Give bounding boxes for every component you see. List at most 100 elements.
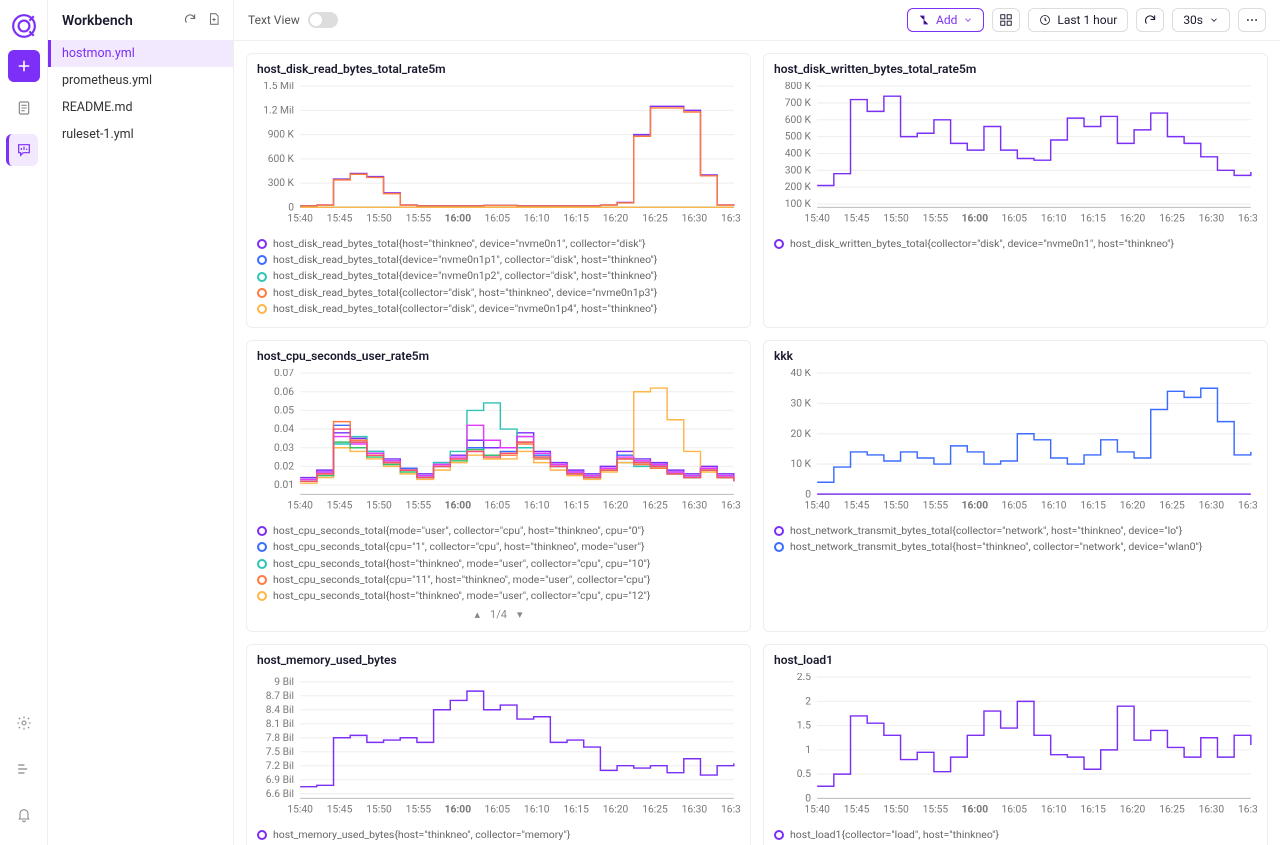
legend: host_load1{collector="load", host="think… [774,827,1257,843]
chart-svg[interactable]: 6.6 Bil6.9 Bil7.2 Bil7.5 Bil7.8 Bil8.1 B… [257,673,740,817]
pager-next[interactable]: ▾ [517,608,523,621]
legend-item[interactable]: host_disk_read_bytes_total{device="nvme0… [257,252,740,268]
svg-text:15:50: 15:50 [366,803,392,816]
svg-text:1: 1 [805,743,811,756]
chart-svg[interactable]: 00.511.522.515:4015:4515:5015:5516:0016:… [774,673,1257,817]
legend-swatch [257,575,267,585]
legend-swatch [257,272,267,282]
svg-text:15:55: 15:55 [406,212,432,225]
chart-svg[interactable]: 0300 K600 K900 K1.2 Mil1.5 Mil15:4015:45… [257,82,740,226]
nav-dashboards[interactable] [8,92,40,124]
svg-text:300 K: 300 K [268,176,295,189]
nav-workbench[interactable] [6,134,38,166]
file-item[interactable]: README.md [48,94,233,121]
refresh-files-button[interactable] [183,12,197,30]
svg-text:16:15: 16:15 [563,803,589,816]
document-icon [16,100,32,116]
pager-prev[interactable]: ▴ [475,608,481,621]
file-item[interactable]: hostmon.yml [48,40,233,67]
svg-text:16:15: 16:15 [563,499,589,512]
gear-icon [16,715,32,731]
svg-text:15:50: 15:50 [883,803,909,816]
svg-text:16:00: 16:00 [962,499,989,512]
legend-item[interactable]: host_network_transmit_bytes_total{collec… [774,523,1257,539]
legend-item[interactable]: host_cpu_seconds_total{cpu="1", collecto… [257,539,740,555]
legend-swatch [257,255,267,265]
svg-text:15:40: 15:40 [804,212,830,225]
app-logo [10,12,38,40]
chart-svg[interactable]: 0.010.020.030.040.050.060.0715:4015:4515… [257,369,740,513]
chat-chart-icon [16,142,32,158]
svg-text:16:25: 16:25 [642,212,668,225]
refresh-now-button[interactable] [1136,8,1164,32]
panel-mem: host_memory_used_bytes6.6 Bil6.9 Bil7.2 … [246,644,751,845]
legend-item[interactable]: host_cpu_seconds_total{host="thinkneo", … [257,556,740,572]
svg-text:15:55: 15:55 [923,212,949,225]
svg-text:0.07: 0.07 [274,369,294,379]
layout-button[interactable] [992,8,1020,32]
legend-item[interactable]: host_load1{collector="load", host="think… [774,827,1257,843]
svg-text:16:30: 16:30 [682,212,708,225]
legend-swatch [774,542,784,552]
more-menu-button[interactable] [1238,8,1266,32]
refresh-interval-picker[interactable]: 30s [1172,8,1230,32]
new-file-button[interactable] [207,12,221,30]
time-range-picker[interactable]: Last 1 hour [1028,8,1128,32]
legend-item[interactable]: host_memory_used_bytes{host="thinkneo", … [257,827,740,843]
legend: host_disk_written_bytes_total{collector=… [774,236,1257,252]
legend-text: host_disk_read_bytes_total{device="nvme0… [273,252,657,268]
legend-item[interactable]: host_disk_written_bytes_total{collector=… [774,236,1257,252]
svg-text:100 K: 100 K [785,197,812,210]
chart-svg[interactable]: 010 K20 K30 K40 K15:4015:4515:5015:5516:… [774,369,1257,513]
nav-collapse[interactable] [8,753,40,785]
svg-text:900 K: 900 K [268,128,295,141]
svg-text:1.5: 1.5 [797,719,811,732]
legend-item[interactable]: host_disk_read_bytes_total{collector="di… [257,285,740,301]
svg-text:200 K: 200 K [785,180,812,193]
svg-text:16:20: 16:20 [1120,212,1146,225]
legend-item[interactable]: host_network_transmit_bytes_total{host="… [774,539,1257,555]
legend-item[interactable]: host_cpu_seconds_total{host="thinkneo", … [257,588,740,604]
svg-text:16:25: 16:25 [1159,212,1185,225]
bell-icon [16,807,32,823]
svg-text:16:20: 16:20 [603,212,629,225]
svg-text:10 K: 10 K [790,457,811,470]
legend-swatch [257,591,267,601]
svg-text:16:20: 16:20 [1120,803,1146,816]
svg-text:16:35: 16:35 [1238,212,1257,225]
svg-text:16:00: 16:00 [445,803,472,816]
svg-text:15:50: 15:50 [366,499,392,512]
legend-item[interactable]: host_disk_read_bytes_total{host="thinkne… [257,236,740,252]
refresh-interval-label: 30s [1183,13,1203,27]
icon-rail [0,0,48,845]
nav-settings[interactable] [8,707,40,739]
legend-swatch [257,526,267,536]
nav-alerts[interactable] [8,799,40,831]
svg-text:0.01: 0.01 [274,478,294,491]
add-button[interactable]: Add [907,8,984,32]
legend: host_disk_read_bytes_total{host="thinkne… [257,236,740,317]
chart-svg[interactable]: 100 K200 K300 K400 K500 K600 K700 K800 K… [774,82,1257,226]
text-view-toggle[interactable] [308,12,338,28]
svg-text:16:00: 16:00 [445,499,472,512]
legend-text: host_cpu_seconds_total{mode="user", coll… [273,523,645,539]
svg-text:16:10: 16:10 [524,212,550,225]
legend-item[interactable]: host_cpu_seconds_total{mode="user", coll… [257,523,740,539]
collapse-icon [16,761,32,777]
panel-title: host_disk_read_bytes_total_rate5m [257,62,740,76]
file-item[interactable]: prometheus.yml [48,67,233,94]
new-button[interactable] [8,50,40,82]
svg-text:16:10: 16:10 [1041,212,1067,225]
file-item[interactable]: ruleset-1.yml [48,121,233,148]
legend-item[interactable]: host_cpu_seconds_total{cpu="11", host="t… [257,572,740,588]
svg-text:16:25: 16:25 [1159,803,1185,816]
svg-text:16:35: 16:35 [721,212,740,225]
legend-text: host_disk_read_bytes_total{collector="di… [273,285,657,301]
svg-text:16:25: 16:25 [642,803,668,816]
legend-item[interactable]: host_disk_read_bytes_total{collector="di… [257,301,740,317]
legend-item[interactable]: host_disk_read_bytes_total{device="nvme0… [257,268,740,284]
legend-text: host_cpu_seconds_total{cpu="1", collecto… [273,539,645,555]
svg-text:500 K: 500 K [785,130,812,143]
svg-text:15:55: 15:55 [406,803,432,816]
svg-text:300 K: 300 K [785,163,812,176]
